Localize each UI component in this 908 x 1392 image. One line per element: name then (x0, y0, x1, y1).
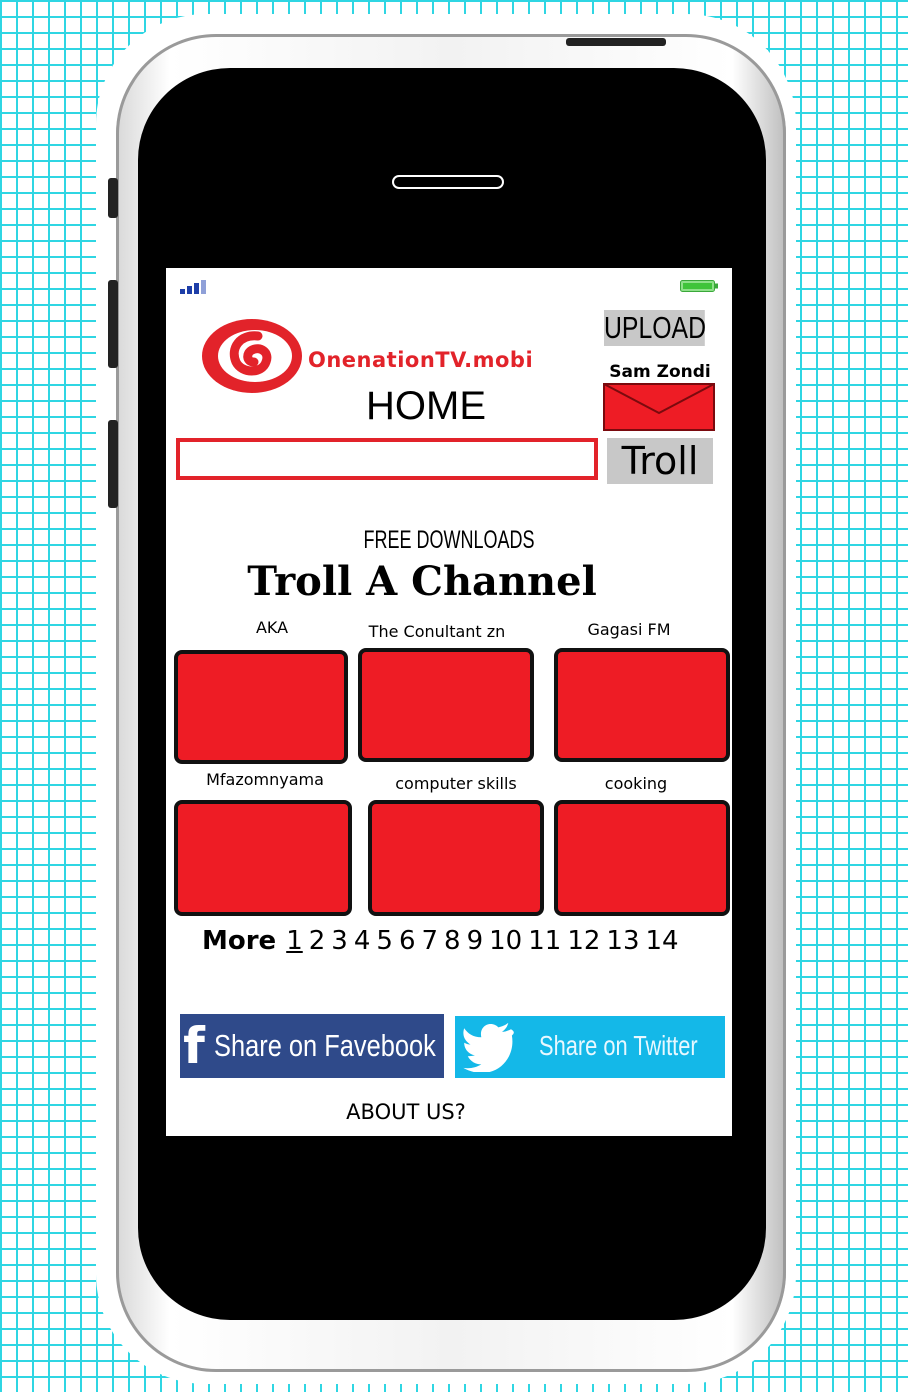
channel-label: AKA (255, 618, 289, 637)
user-name[interactable]: Sam Zondi (602, 362, 718, 382)
channel-label: Mfazomnyama (206, 770, 324, 789)
troll-button[interactable]: Troll (607, 438, 713, 484)
page-link-14[interactable]: 14 (646, 926, 679, 956)
channel-label: cooking (604, 774, 668, 793)
page-link-1[interactable]: 1 (286, 926, 303, 956)
phone-mute-switch (108, 178, 118, 218)
share-twitter-button[interactable]: Share on Twitter (455, 1016, 725, 1078)
share-twitter-label: Share on Twitter (539, 1030, 698, 1061)
page-link-7[interactable]: 7 (421, 926, 438, 956)
channel-tile-mfazomnyama[interactable] (174, 800, 352, 916)
phone-speaker (392, 175, 504, 189)
signal-icon (180, 280, 206, 294)
page-link-11[interactable]: 11 (528, 926, 561, 956)
page-link-10[interactable]: 10 (489, 926, 522, 956)
page-link-12[interactable]: 12 (567, 926, 600, 956)
search-input[interactable] (176, 438, 598, 480)
channel-tile-the-conultant-zn[interactable] (358, 648, 534, 762)
phone-screen: OnenationTV.mobi HOME UPLOAD Sam Zondi T… (166, 268, 732, 1136)
phone-volume-up-button (108, 280, 118, 368)
phone-power-button (566, 38, 666, 46)
page-link-5[interactable]: 5 (376, 926, 393, 956)
channels-heading: Troll A Channel (247, 558, 597, 605)
about-us-link[interactable]: ABOUT US? (166, 1100, 646, 1124)
channel-label: The Conultant zn (368, 622, 506, 641)
channel-tile-gagasi-fm[interactable] (554, 648, 730, 762)
page-link-9[interactable]: 9 (467, 926, 484, 956)
share-facebook-label: Share on Favebook (214, 1028, 436, 1063)
share-facebook-button[interactable]: f Share on Favebook (180, 1014, 444, 1078)
page-title[interactable]: HOME (306, 384, 546, 429)
facebook-icon: f (183, 1017, 205, 1075)
logo-text: OnenationTV.mobi (308, 348, 534, 372)
phone-volume-down-button (108, 420, 118, 508)
page-link-2[interactable]: 2 (309, 926, 326, 956)
page-link-6[interactable]: 6 (399, 926, 416, 956)
page-link-8[interactable]: 8 (444, 926, 461, 956)
mail-icon[interactable] (603, 383, 715, 431)
page-link-4[interactable]: 4 (354, 926, 371, 956)
channel-tile-computer-skills[interactable] (368, 800, 544, 916)
battery-icon (680, 280, 718, 292)
channel-tile-cooking[interactable] (554, 800, 730, 916)
upload-button[interactable]: UPLOAD (604, 310, 706, 346)
page-link-3[interactable]: 3 (331, 926, 348, 956)
page-link-13[interactable]: 13 (606, 926, 639, 956)
pagination: More 1 2 3 4 5 6 7 8 9 10 11 12 13 14 (202, 926, 685, 956)
twitter-bird-icon (463, 1022, 514, 1072)
more-label: More (202, 926, 277, 956)
channel-label: Gagasi FM (587, 620, 671, 639)
channel-tile-aka[interactable] (174, 650, 348, 764)
logo-swirl-icon (202, 319, 302, 393)
channel-label: computer skills (395, 774, 517, 793)
free-downloads-label[interactable]: FREE DOWNLOADS (245, 526, 653, 555)
